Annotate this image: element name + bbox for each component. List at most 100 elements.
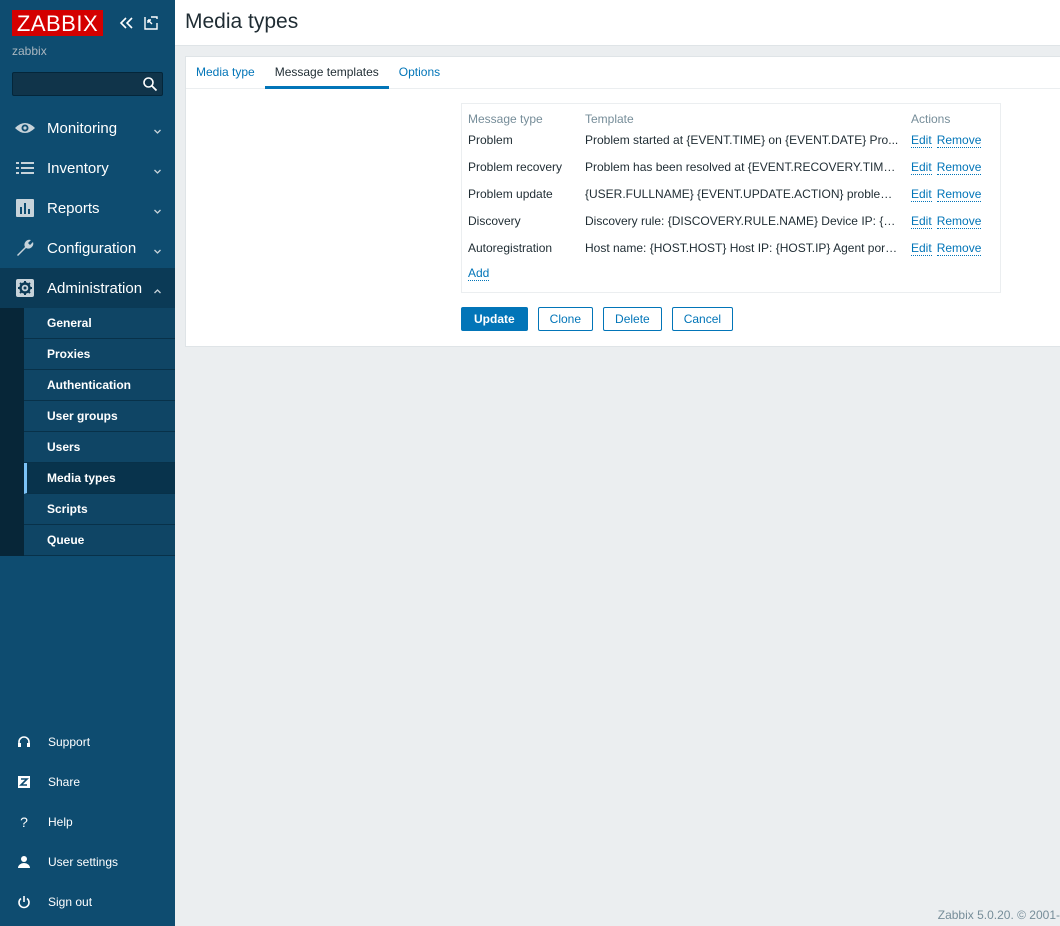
delete-button[interactable]: Delete	[603, 307, 662, 331]
menu-item-label: Administration	[47, 279, 143, 297]
menu-item-label: Inventory	[47, 159, 109, 177]
edit-link[interactable]: Edit	[911, 213, 932, 229]
cancel-button[interactable]: Cancel	[671, 307, 734, 331]
edit-link[interactable]: Edit	[911, 132, 932, 148]
actions-cell: Edit Remove	[905, 153, 1000, 180]
menu-item-label: Support	[48, 735, 91, 749]
table-row: Discovery Discovery rule: {DISCOVERY.RUL…	[462, 207, 1000, 234]
main-menu: Monitoring Inventory Reports Configurati…	[0, 108, 175, 556]
edit-link[interactable]: Edit	[911, 240, 932, 256]
menu-item-label: Configuration	[47, 239, 137, 257]
power-icon	[17, 895, 31, 909]
message-type-cell: Problem update	[468, 186, 553, 201]
wrench-icon	[14, 237, 36, 259]
template-cell: {USER.FULLNAME} {EVENT.UPDATE.ACTION} pr…	[585, 186, 904, 201]
chevron-down-icon	[153, 123, 162, 134]
headset-icon	[17, 735, 31, 749]
add-template-link[interactable]: Add	[468, 266, 490, 281]
submenu-item-proxies[interactable]: Proxies	[24, 339, 175, 370]
message-type-cell: Problem recovery	[468, 159, 563, 174]
template-cell: Host name: {HOST.HOST} Host IP: {HOST.IP…	[585, 240, 902, 255]
table-row: Problem recovery Problem has been resolv…	[462, 153, 1000, 180]
update-button[interactable]: Update	[461, 307, 528, 331]
menu-item-label: Reports	[47, 199, 100, 217]
template-cell: Problem has been resolved at {EVENT.RECO…	[585, 159, 902, 174]
remove-link[interactable]: Remove	[936, 240, 982, 256]
table-header-row: Message type Template Actions	[462, 104, 1000, 126]
submenu-item-user-groups[interactable]: User groups	[24, 401, 175, 432]
menu-item-configuration[interactable]: Configuration	[0, 228, 175, 268]
tab-message-templates[interactable]: Message templates	[264, 57, 389, 89]
sidebar: ZABBIX zabbix Monitoring Inventory Repor…	[0, 0, 175, 926]
menu-item-share[interactable]: Share	[0, 762, 175, 802]
message-type-cell: Problem	[468, 132, 513, 147]
table-row: Problem Problem started at {EVENT.TIME} …	[462, 126, 1000, 153]
remove-link[interactable]: Remove	[936, 213, 982, 229]
message-type-cell: Autoregistration	[468, 240, 553, 255]
clone-button[interactable]: Clone	[537, 307, 594, 331]
help-icon: ?	[20, 814, 28, 830]
menu-item-sign-out[interactable]: Sign out	[0, 882, 175, 922]
message-templates-table: Message type Template Actions Problem Pr…	[461, 103, 1001, 293]
tab-media-type[interactable]: Media type	[186, 57, 265, 89]
template-cell: Discovery rule: {DISCOVERY.RULE.NAME} De…	[585, 213, 902, 228]
chevron-down-icon	[153, 163, 162, 174]
submenu-item-queue[interactable]: Queue	[24, 525, 175, 556]
user-icon	[17, 855, 31, 869]
table-row: Problem update {USER.FULLNAME} {EVENT.UP…	[462, 180, 1000, 207]
chevron-down-icon	[153, 243, 162, 254]
remove-link[interactable]: Remove	[936, 132, 982, 148]
zabbix-logo[interactable]: ZABBIX	[12, 10, 103, 36]
actions-cell: Edit Remove	[905, 126, 1000, 153]
actions-cell: Edit Remove	[905, 180, 1000, 207]
menu-item-label: Share	[48, 775, 81, 789]
remove-link[interactable]: Remove	[936, 186, 982, 202]
submenu-item-users[interactable]: Users	[24, 432, 175, 463]
table-row: Autoregistration Host name: {HOST.HOST} …	[462, 234, 1000, 261]
menu-item-reports[interactable]: Reports	[0, 188, 175, 228]
edit-link[interactable]: Edit	[911, 159, 932, 175]
page-title: Media types	[185, 10, 299, 33]
menu-item-support[interactable]: Support	[0, 722, 175, 762]
search-icon[interactable]	[142, 76, 158, 92]
page-header: Media types	[175, 0, 1060, 46]
tab-options[interactable]: Options	[389, 57, 450, 89]
menu-item-label: Help	[48, 815, 73, 829]
form-buttons: Update Clone Delete Cancel	[461, 307, 743, 331]
menu-item-user-settings[interactable]: User settings	[0, 842, 175, 882]
edit-link[interactable]: Edit	[911, 186, 932, 202]
menu-item-inventory[interactable]: Inventory	[0, 148, 175, 188]
footer-copyright: Zabbix 5.0.20. © 2001-	[937, 908, 1060, 922]
gear-icon	[14, 277, 36, 299]
bar-chart-icon	[14, 197, 36, 219]
column-header-message-type: Message type	[468, 112, 543, 126]
list-icon	[14, 157, 36, 179]
kiosk-mode-icon[interactable]	[143, 15, 159, 31]
remove-link[interactable]: Remove	[936, 159, 982, 175]
actions-cell: Edit Remove	[905, 207, 1000, 234]
message-type-cell: Discovery	[468, 213, 521, 228]
column-header-template: Template	[585, 112, 634, 126]
submenu-item-general[interactable]: General	[24, 308, 175, 339]
template-cell: Problem started at {EVENT.TIME} on {EVEN…	[585, 132, 899, 147]
share-z-icon	[17, 775, 31, 789]
chevron-up-icon	[153, 283, 162, 294]
collapse-sidebar-icon[interactable]	[118, 15, 136, 31]
menu-item-administration[interactable]: Administration	[0, 268, 175, 308]
submenu-item-media-types[interactable]: Media types	[24, 463, 175, 494]
menu-item-help[interactable]: ? Help	[0, 802, 175, 842]
menu-item-label: User settings	[48, 855, 119, 869]
submenu-item-scripts[interactable]: Scripts	[24, 494, 175, 525]
column-header-actions: Actions	[911, 112, 951, 126]
actions-cell: Edit Remove	[905, 234, 1000, 261]
bottom-menu: Support Share ? Help User settings Sign …	[0, 722, 175, 922]
menu-item-monitoring[interactable]: Monitoring	[0, 108, 175, 148]
menu-item-label: Monitoring	[47, 119, 118, 137]
eye-icon	[14, 117, 36, 139]
submenu-item-authentication[interactable]: Authentication	[24, 370, 175, 401]
media-type-form: Media type Message templates Options Mes…	[185, 56, 1060, 347]
menu-item-label: Sign out	[48, 895, 93, 909]
sidebar-search-input[interactable]	[12, 72, 163, 96]
server-name: zabbix	[12, 44, 47, 58]
chevron-down-icon	[153, 203, 162, 214]
